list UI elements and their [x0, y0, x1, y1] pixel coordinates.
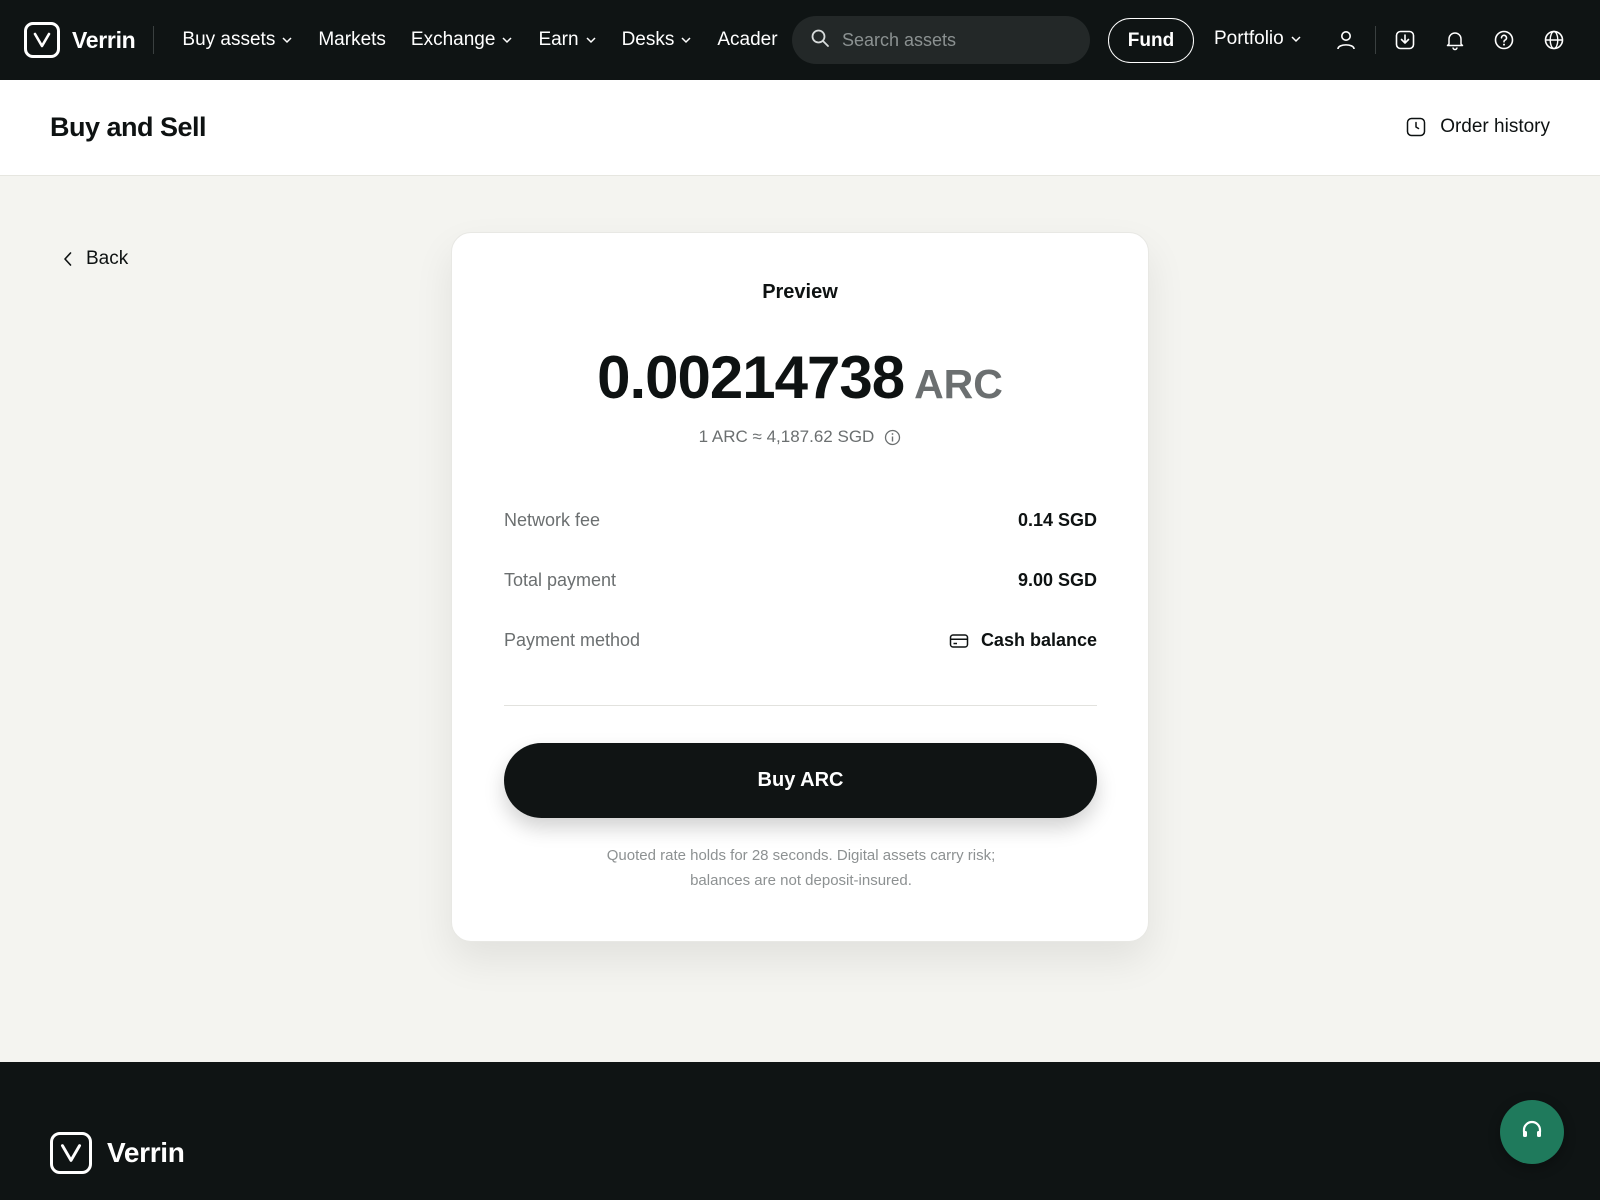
nav-item-label: Acader: [717, 29, 778, 50]
headset-icon: [1519, 1117, 1545, 1148]
footer-brand-name: Verrin: [107, 1137, 185, 1168]
nav-item-earn[interactable]: Earn: [538, 29, 596, 51]
chevron-down-icon: [1290, 33, 1302, 45]
footer: Verrin: [0, 1062, 1600, 1200]
order-history-link[interactable]: Order history: [1405, 116, 1550, 138]
payment-method-label: Payment method: [504, 630, 641, 650]
search-icon: [810, 28, 830, 53]
verrin-logo-icon: [50, 1132, 92, 1174]
total-payment-row: Total payment 9.00 SGD: [504, 570, 1097, 591]
nav-item-buy-assets[interactable]: Buy assets: [182, 29, 293, 51]
verrin-logo-icon: [24, 22, 60, 58]
fund-button[interactable]: Fund: [1108, 18, 1194, 63]
chevron-down-icon: [585, 34, 597, 46]
info-icon[interactable]: [884, 429, 901, 446]
page-title: Buy and Sell: [50, 112, 207, 142]
bell-icon[interactable]: [1443, 28, 1467, 52]
portfolio-label: Portfolio: [1214, 28, 1284, 49]
crypto-amount: 0.00214738: [597, 344, 905, 411]
top-nav: Verrin Buy assets Markets Exchange Earn …: [0, 0, 1600, 80]
divider: [504, 705, 1097, 706]
payment-method-text: Cash balance: [980, 630, 1097, 650]
payment-method-row: Payment method Cash balance: [504, 630, 1097, 651]
rate-text: 1 ARC ≈ 4,187.62 SGD: [698, 427, 875, 446]
search-input[interactable]: [842, 29, 1062, 51]
payment-method-value: Cash balance: [949, 630, 1097, 651]
download-icon[interactable]: [1393, 28, 1417, 52]
chevron-down-icon: [680, 34, 692, 46]
amount-display: 0.00214738 ARC: [452, 343, 1148, 412]
disclaimer-line: balances are not deposit-insured.: [690, 872, 912, 889]
order-history-label: Order history: [1440, 116, 1550, 137]
portfolio-menu[interactable]: Portfolio: [1214, 28, 1302, 50]
risk-disclaimer: Quoted rate holds for 28 seconds. Digita…: [552, 843, 1050, 893]
card-icon: [949, 633, 969, 649]
brand[interactable]: Verrin: [24, 22, 136, 58]
nav-divider: [153, 26, 155, 54]
support-chat-button[interactable]: [1500, 1100, 1564, 1164]
nav-divider: [1375, 26, 1376, 54]
network-fee-value: 0.14 SGD: [1017, 510, 1097, 530]
nav-item-label: Exchange: [410, 29, 496, 50]
clock-icon: [1405, 116, 1427, 138]
brand-name: Verrin: [72, 26, 136, 53]
disclaimer-line: Quoted rate holds for 28 seconds. Digita…: [606, 847, 996, 864]
chevron-down-icon: [281, 34, 293, 46]
nav-item-exchange[interactable]: Exchange: [411, 29, 514, 51]
crypto-unit: ARC: [914, 361, 1003, 407]
search-box[interactable]: [792, 16, 1090, 64]
nav-item-academy[interactable]: Acader: [717, 29, 777, 51]
nav-item-label: Buy assets: [182, 29, 276, 50]
nav-item-label: Earn: [538, 29, 579, 50]
network-fee-row: Network fee 0.14 SGD: [504, 510, 1097, 531]
chevron-left-icon: [62, 251, 74, 267]
preview-title: Preview: [762, 281, 838, 303]
globe-icon[interactable]: [1542, 28, 1566, 52]
total-payment-value: 9.00 SGD: [1017, 570, 1097, 590]
back-label: Back: [86, 248, 129, 269]
help-icon[interactable]: [1492, 28, 1516, 52]
page-header: Buy and Sell Order history: [0, 80, 1600, 176]
back-button[interactable]: Back: [62, 248, 128, 270]
buy-button[interactable]: Buy ARC: [504, 743, 1097, 818]
nav-item-label: Markets: [318, 29, 386, 50]
network-fee-label: Network fee: [504, 510, 601, 530]
user-icon[interactable]: [1334, 28, 1358, 52]
nav-item-label: Desks: [621, 29, 675, 50]
chevron-down-icon: [501, 34, 513, 46]
footer-brand[interactable]: Verrin: [50, 1132, 185, 1174]
preview-card: Preview 0.00214738 ARC 1 ARC ≈ 4,187.62 S…: [451, 232, 1149, 942]
exchange-rate: 1 ARC ≈ 4,187.62 SGD: [452, 427, 1148, 447]
nav-item-markets[interactable]: Markets: [318, 29, 386, 51]
total-payment-label: Total payment: [504, 570, 617, 590]
nav-item-desks[interactable]: Desks: [622, 29, 693, 51]
